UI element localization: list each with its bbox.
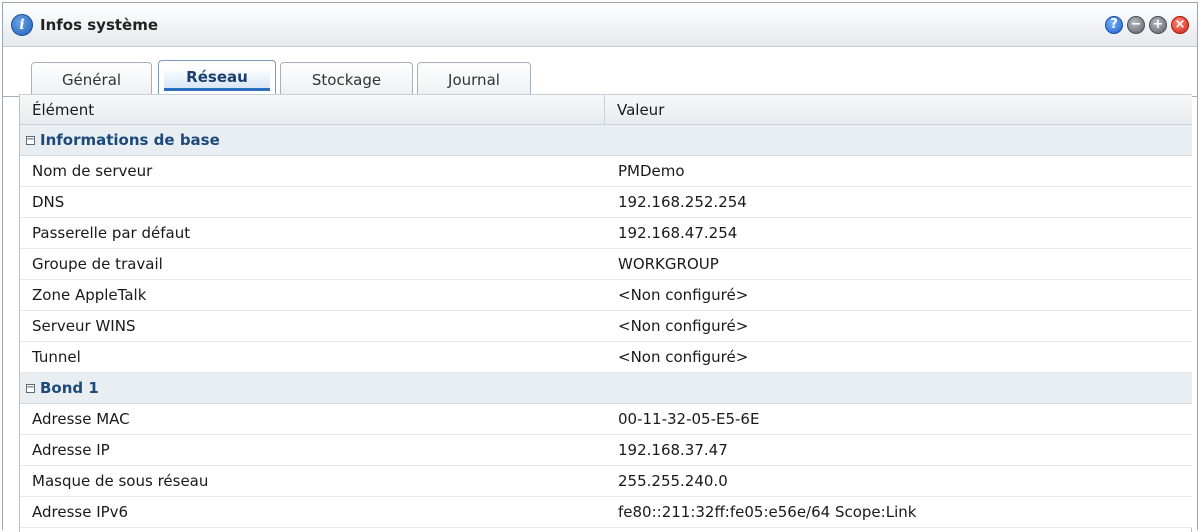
table-row[interactable]: Adresse IP 192.168.37.47 — [20, 435, 1192, 466]
item-value: 255.255.240.0 — [618, 472, 728, 490]
item-label: Adresse IP — [32, 441, 110, 459]
item-label: Adresse MAC — [32, 410, 130, 428]
item-label: Groupe de travail — [32, 255, 163, 273]
item-label: Nom de serveur — [32, 162, 153, 180]
help-icon[interactable]: ? — [1105, 15, 1123, 34]
minimize-icon[interactable]: − — [1127, 15, 1145, 34]
item-value: WORKGROUP — [618, 255, 719, 273]
tab-label: Général — [61, 71, 122, 89]
tab-label: Réseau — [164, 68, 270, 91]
group-title: Bond 1 — [40, 379, 99, 397]
table-row[interactable]: Nom de serveur PMDemo — [20, 156, 1192, 187]
group-title: Informations de base — [40, 131, 220, 149]
item-value: 00-11-32-05-E5-6E — [618, 410, 760, 428]
item-label: Zone AppleTalk — [32, 286, 147, 304]
table-row[interactable]: Adresse IPv6 fe80::211:32ff:fe05:e56e/64 … — [20, 497, 1192, 528]
info-icon: i — [11, 13, 33, 36]
table-row[interactable]: Groupe de travail WORKGROUP — [20, 249, 1192, 280]
table-row[interactable]: Masque de sous réseau 255.255.240.0 — [20, 466, 1192, 497]
item-label: DNS — [32, 193, 65, 211]
item-label: Masque de sous réseau — [32, 472, 209, 490]
tab-journal[interactable]: Journal — [417, 62, 531, 97]
tab-stockage[interactable]: Stockage — [280, 62, 413, 97]
group-bond-1[interactable]: − Bond 1 — [20, 373, 1192, 404]
item-value: PMDemo — [618, 162, 685, 180]
item-value: 192.168.47.254 — [618, 224, 738, 242]
tab-strip: Général Réseau Stockage Journal — [3, 47, 1197, 98]
table-row[interactable]: Passerelle par défaut 192.168.47.254 — [20, 218, 1192, 249]
table-row[interactable]: Adresse MAC 00-11-32-05-E5-6E — [20, 404, 1192, 435]
network-info-grid: Élément Valeur − Informations de base Nom… — [20, 94, 1192, 528]
table-row[interactable]: Tunnel <Non configuré> — [20, 342, 1192, 373]
item-value: 192.168.37.47 — [618, 441, 728, 459]
tab-label: Stockage — [311, 71, 382, 89]
table-row[interactable]: Serveur WINS <Non configuré> — [20, 311, 1192, 342]
item-label: Passerelle par défaut — [32, 224, 191, 242]
column-header-element[interactable]: Élément — [20, 95, 605, 124]
table-row[interactable]: DNS 192.168.252.254 — [20, 187, 1192, 218]
collapse-icon[interactable]: − — [26, 383, 35, 393]
group-basic-info[interactable]: − Informations de base — [20, 125, 1192, 156]
title-bar[interactable]: i Infos système ? − + × — [3, 3, 1197, 47]
item-value: 192.168.252.254 — [618, 193, 747, 211]
close-icon[interactable]: × — [1171, 15, 1189, 34]
tab-reseau[interactable]: Réseau — [158, 60, 276, 98]
collapse-icon[interactable]: − — [26, 135, 35, 145]
item-value: <Non configuré> — [618, 317, 749, 335]
maximize-icon[interactable]: + — [1149, 15, 1167, 34]
table-row[interactable]: Zone AppleTalk <Non configuré> — [20, 280, 1192, 311]
tab-label: Journal — [448, 71, 500, 89]
item-value: <Non configuré> — [618, 286, 749, 304]
item-value: fe80::211:32ff:fe05:e56e/64 Scope:Link — [618, 503, 917, 521]
window-title: Infos système — [40, 15, 159, 34]
item-label: Tunnel — [32, 348, 81, 366]
column-header-row: Élément Valeur — [20, 94, 1192, 125]
item-label: Adresse IPv6 — [32, 503, 129, 521]
tab-general[interactable]: Général — [31, 62, 152, 97]
item-label: Serveur WINS — [32, 317, 136, 335]
column-header-value[interactable]: Valeur — [605, 101, 1192, 119]
item-value: <Non configuré> — [618, 348, 749, 366]
